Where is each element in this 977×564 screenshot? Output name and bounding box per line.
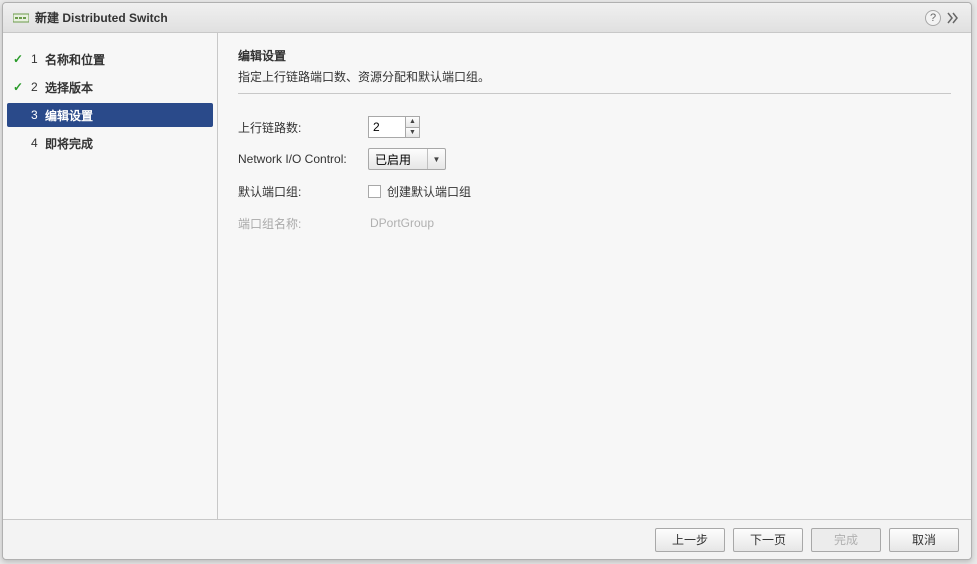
nioc-select[interactable]: 已启用 ▼ — [368, 148, 446, 170]
step-label: 编辑设置 — [45, 107, 93, 124]
wizard-content: 编辑设置 指定上行链路端口数、资源分配和默认端口组。 上行链路数: ▲ ▼ Ne… — [218, 33, 971, 519]
expand-icon[interactable] — [947, 12, 961, 24]
dialog-body: ✓ 1 名称和位置 ✓ 2 选择版本 3 编辑设置 4 即将完成 编辑设置 — [3, 33, 971, 519]
step-edit-settings[interactable]: 3 编辑设置 — [7, 103, 213, 127]
dvswitch-icon — [13, 12, 29, 24]
step-name-location[interactable]: ✓ 1 名称和位置 — [7, 47, 213, 71]
help-icon[interactable]: ? — [925, 10, 941, 26]
default-pg-label: 默认端口组: — [238, 183, 368, 200]
step-label: 选择版本 — [45, 79, 93, 96]
back-button[interactable]: 上一步 — [655, 528, 725, 552]
step-number: 3 — [31, 108, 45, 122]
section-subtitle: 指定上行链路端口数、资源分配和默认端口组。 — [238, 68, 951, 85]
pg-name-label: 端口组名称: — [238, 215, 368, 232]
wizard-dialog: 新建 Distributed Switch ? ✓ 1 名称和位置 ✓ 2 选择… — [2, 2, 972, 560]
step-number: 2 — [31, 80, 45, 94]
nioc-label: Network I/O Control: — [238, 152, 368, 166]
uplink-label: 上行链路数: — [238, 119, 368, 136]
cancel-button[interactable]: 取消 — [889, 528, 959, 552]
row-portgroup-name: 端口组名称: DPortGroup — [238, 208, 951, 238]
next-button[interactable]: 下一页 — [733, 528, 803, 552]
titlebar: 新建 Distributed Switch ? — [3, 3, 971, 33]
step-number: 4 — [31, 136, 45, 150]
step-number: 1 — [31, 52, 45, 66]
step-select-version[interactable]: ✓ 2 选择版本 — [7, 75, 213, 99]
row-default-portgroup: 默认端口组: 创建默认端口组 — [238, 176, 951, 206]
spinner-down[interactable]: ▼ — [406, 128, 419, 138]
uplink-spinner[interactable]: ▲ ▼ — [368, 116, 420, 138]
step-label: 名称和位置 — [45, 51, 105, 68]
divider — [238, 93, 951, 94]
spinner-buttons: ▲ ▼ — [406, 116, 420, 138]
row-uplinks: 上行链路数: ▲ ▼ — [238, 112, 951, 142]
row-nioc: Network I/O Control: 已启用 ▼ — [238, 144, 951, 174]
step-label: 即将完成 — [45, 135, 93, 152]
check-icon: ✓ — [13, 80, 27, 94]
section-title: 编辑设置 — [238, 47, 951, 64]
dialog-title: 新建 Distributed Switch — [35, 9, 925, 26]
pg-name-value: DPortGroup — [368, 216, 434, 230]
finish-button: 完成 — [811, 528, 881, 552]
step-ready-complete[interactable]: 4 即将完成 — [7, 131, 213, 155]
create-default-pg-checkbox[interactable] — [368, 185, 381, 198]
wizard-footer: 上一步 下一页 完成 取消 — [3, 519, 971, 559]
wizard-steps: ✓ 1 名称和位置 ✓ 2 选择版本 3 编辑设置 4 即将完成 — [3, 33, 218, 519]
check-icon: ✓ — [13, 52, 27, 66]
create-default-pg-label: 创建默认端口组 — [387, 183, 471, 200]
uplink-input[interactable] — [368, 116, 406, 138]
nioc-selected-value: 已启用 — [369, 151, 427, 168]
spinner-up[interactable]: ▲ — [406, 117, 419, 128]
chevron-down-icon: ▼ — [427, 149, 445, 169]
